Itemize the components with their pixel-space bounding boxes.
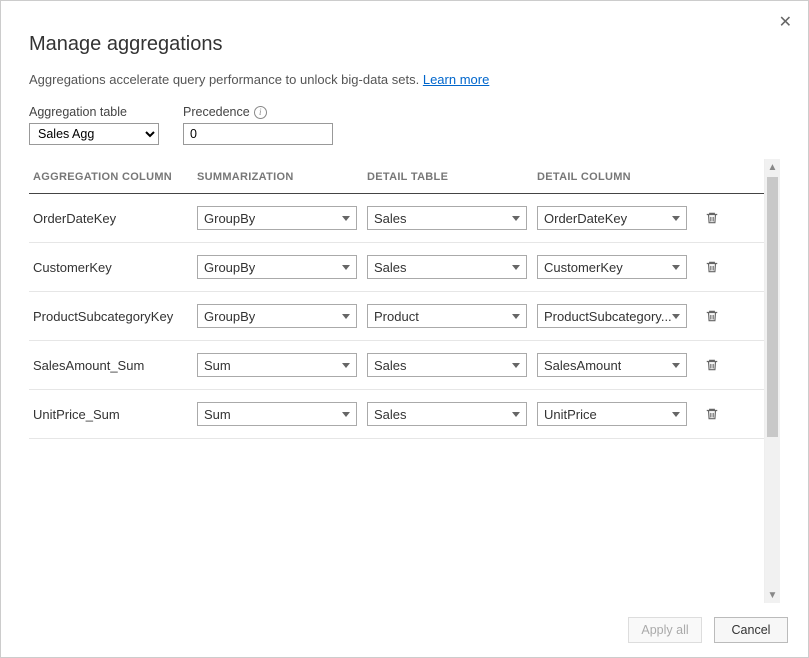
learn-more-link[interactable]: Learn more xyxy=(423,72,489,87)
chevron-down-icon xyxy=(342,216,350,221)
delete-row-button[interactable] xyxy=(703,209,721,227)
trash-icon xyxy=(705,260,719,274)
detail-column-select[interactable]: ProductSubcategory... xyxy=(537,304,687,328)
chevron-down-icon xyxy=(512,265,520,270)
table-row: OrderDateKeyGroupBySalesOrderDateKey xyxy=(29,194,764,243)
summarization-select[interactable]: GroupBy xyxy=(197,304,357,328)
trash-icon xyxy=(705,407,719,421)
detail-column-select[interactable]: CustomerKey xyxy=(537,255,687,279)
chevron-down-icon xyxy=(342,265,350,270)
manage-aggregations-dialog: ✕ Manage aggregations Aggregations accel… xyxy=(0,0,809,658)
aggregation-table-area: AGGREGATION COLUMN SUMMARIZATION DETAIL … xyxy=(29,159,780,603)
chevron-down-icon xyxy=(512,216,520,221)
detail-table-select[interactable]: Product xyxy=(367,304,527,328)
precedence-input[interactable] xyxy=(183,123,333,145)
table-row: ProductSubcategoryKeyGroupBy Product Produ… xyxy=(29,292,764,341)
table-header: AGGREGATION COLUMN SUMMARIZATION DETAIL … xyxy=(29,159,764,194)
summarization-select[interactable]: Sum xyxy=(197,353,357,377)
summarization-select[interactable]: Sum xyxy=(197,402,357,426)
header-aggregation-column: AGGREGATION COLUMN xyxy=(29,171,197,183)
table-row: SalesAmount_SumSum Sales SalesAmount xyxy=(29,341,764,390)
apply-all-button[interactable]: Apply all xyxy=(628,617,702,643)
header-detail-table: DETAIL TABLE xyxy=(367,171,537,183)
aggregation-table: AGGREGATION COLUMN SUMMARIZATION DETAIL … xyxy=(29,159,764,603)
trash-icon xyxy=(705,211,719,225)
chevron-down-icon xyxy=(342,363,350,368)
aggregation-column-cell: CustomerKey xyxy=(29,260,197,275)
detail-table-select[interactable]: Sales xyxy=(367,255,527,279)
chevron-down-icon xyxy=(512,412,520,417)
table-row: UnitPrice_SumSum Sales UnitPrice xyxy=(29,390,764,439)
dialog-title: Manage aggregations xyxy=(29,33,780,56)
summarization-select[interactable]: GroupBy xyxy=(197,206,357,230)
chevron-down-icon xyxy=(672,412,680,417)
cancel-button[interactable]: Cancel xyxy=(714,617,788,643)
aggregation-column-cell: SalesAmount_Sum xyxy=(29,358,197,373)
delete-row-button[interactable] xyxy=(703,356,721,374)
scroll-down-icon[interactable]: ▼ xyxy=(765,587,780,603)
dialog-footer: Apply all Cancel xyxy=(1,603,808,657)
chevron-down-icon xyxy=(672,363,680,368)
chevron-down-icon xyxy=(512,314,520,319)
detail-table-select[interactable]: Sales xyxy=(367,206,527,230)
chevron-down-icon xyxy=(672,216,680,221)
delete-row-button[interactable] xyxy=(703,258,721,276)
detail-column-select[interactable]: OrderDateKey xyxy=(537,206,687,230)
detail-table-select[interactable]: Sales xyxy=(367,402,527,426)
precedence-label: Precedence i xyxy=(183,105,333,119)
close-button[interactable]: ✕ xyxy=(775,11,796,35)
detail-column-select[interactable]: SalesAmount xyxy=(537,353,687,377)
info-icon[interactable]: i xyxy=(254,106,267,119)
dialog-content: Manage aggregations Aggregations acceler… xyxy=(1,1,808,603)
aggregation-table-group: Aggregation table Sales Agg xyxy=(29,105,159,145)
chevron-down-icon xyxy=(672,314,680,319)
aggregation-column-cell: ProductSubcategoryKey xyxy=(29,309,197,324)
controls-row: Aggregation table Sales Agg Precedence i xyxy=(29,105,780,145)
delete-row-button[interactable] xyxy=(703,405,721,423)
scrollbar[interactable]: ▲ ▼ xyxy=(764,159,780,603)
summarization-select[interactable]: GroupBy xyxy=(197,255,357,279)
detail-column-select[interactable]: UnitPrice xyxy=(537,402,687,426)
delete-row-button[interactable] xyxy=(703,307,721,325)
trash-icon xyxy=(705,309,719,323)
subtitle-text: Aggregations accelerate query performanc… xyxy=(29,72,423,87)
precedence-group: Precedence i xyxy=(183,105,333,145)
detail-table-select[interactable]: Sales xyxy=(367,353,527,377)
trash-icon xyxy=(705,358,719,372)
aggregation-table-select[interactable]: Sales Agg xyxy=(29,123,159,145)
table-row: CustomerKeyGroupBySalesCustomerKey xyxy=(29,243,764,292)
aggregation-table-label: Aggregation table xyxy=(29,105,159,119)
chevron-down-icon xyxy=(512,363,520,368)
header-summarization: SUMMARIZATION xyxy=(197,171,367,183)
header-detail-column: DETAIL COLUMN xyxy=(537,171,697,183)
chevron-down-icon xyxy=(342,314,350,319)
dialog-subtitle: Aggregations accelerate query performanc… xyxy=(29,72,780,87)
scroll-up-icon[interactable]: ▲ xyxy=(765,159,780,175)
aggregation-column-cell: OrderDateKey xyxy=(29,211,197,226)
chevron-down-icon xyxy=(342,412,350,417)
chevron-down-icon xyxy=(672,265,680,270)
aggregation-column-cell: UnitPrice_Sum xyxy=(29,407,197,422)
scrollbar-thumb[interactable] xyxy=(767,177,778,437)
close-icon: ✕ xyxy=(779,14,792,31)
